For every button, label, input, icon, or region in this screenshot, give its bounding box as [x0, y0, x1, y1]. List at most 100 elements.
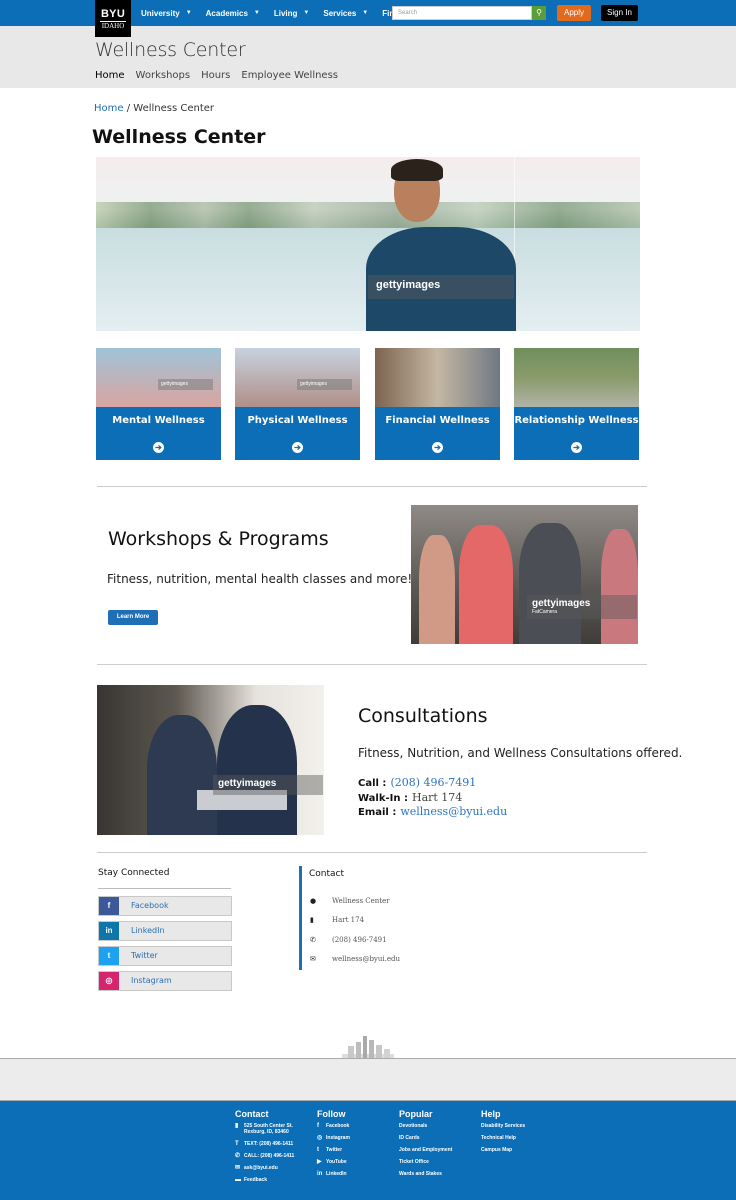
- section-divider: [97, 852, 647, 853]
- search-input[interactable]: Search: [392, 6, 532, 20]
- card-relationship-wellness[interactable]: Relationship Wellness ➔: [514, 348, 639, 460]
- link-label: YouTube: [326, 1159, 347, 1165]
- footer-instagram-link[interactable]: ◎ Instagram: [317, 1135, 350, 1141]
- hero-image: gettyimages: [96, 157, 640, 331]
- learn-more-button[interactable]: Learn More: [108, 610, 158, 625]
- nav-university[interactable]: University ▼: [141, 9, 192, 18]
- footer-linkedin-link[interactable]: in LinkedIn: [317, 1171, 350, 1177]
- apply-button[interactable]: Apply: [557, 5, 591, 21]
- dancer-4: [601, 529, 638, 644]
- footer-email[interactable]: ✉ ask@byui.edu: [235, 1165, 294, 1171]
- consultations-title: Consultations: [358, 705, 488, 727]
- breadcrumb-home-link[interactable]: Home: [94, 103, 124, 114]
- nav-academics[interactable]: Academics ▼: [206, 9, 260, 18]
- footer-follow-title: Follow: [317, 1109, 346, 1119]
- mail-icon: ✉: [310, 955, 316, 963]
- sign-in-button[interactable]: Sign In: [601, 5, 638, 21]
- section-divider: [97, 486, 647, 487]
- watermark-sub: FatCamera: [532, 609, 558, 615]
- nav-label: Services: [323, 8, 357, 18]
- subnav-employee-wellness[interactable]: Employee Wellness: [241, 70, 338, 81]
- footer-link[interactable]: Technical Help: [481, 1135, 525, 1141]
- subnav-hours[interactable]: Hours: [201, 70, 230, 81]
- footer-youtube-link[interactable]: ▶ YouTube: [317, 1159, 350, 1165]
- footer-help: Help Disability Services Technical Help …: [481, 1109, 525, 1159]
- phone-link[interactable]: (208) 496-7491: [390, 776, 476, 789]
- social-linkedin[interactable]: in LinkedIn: [98, 921, 232, 941]
- social-instagram[interactable]: ◎ Instagram: [98, 971, 232, 991]
- nav-label: University: [141, 8, 180, 18]
- card-label: Mental Wellness: [112, 415, 205, 426]
- footer-address: ▮ 525 South Center St. Rexburg, ID, 83460: [235, 1123, 294, 1135]
- card-image: [96, 348, 221, 407]
- card-image: [375, 348, 500, 407]
- footer-facebook-link[interactable]: f Facebook: [317, 1123, 350, 1129]
- card-financial-wellness[interactable]: Financial Wellness ➔: [375, 348, 500, 460]
- byu-idaho-logo[interactable]: BYU IDAHO: [95, 0, 131, 37]
- social-twitter[interactable]: t Twitter: [98, 946, 232, 966]
- nav-living[interactable]: Living ▼: [274, 9, 310, 18]
- site-title[interactable]: Wellness Center: [95, 39, 246, 61]
- footer-link[interactable]: Disability Services: [481, 1123, 525, 1129]
- person-icon: ●: [310, 897, 317, 905]
- campus-skyline-icon: [342, 1036, 394, 1060]
- stay-connected-title: Stay Connected: [98, 868, 170, 878]
- facebook-icon: f: [317, 1123, 319, 1129]
- email-link[interactable]: wellness@byui.edu: [400, 805, 507, 818]
- card-label: Physical Wellness: [247, 415, 348, 426]
- dancer-1: [419, 535, 455, 644]
- section-divider: [97, 664, 647, 665]
- footer-link[interactable]: Jobs and Employment: [399, 1147, 452, 1153]
- contact-title: Contact: [309, 869, 345, 879]
- footer-link[interactable]: Campus Map: [481, 1147, 525, 1153]
- contact-row-name: ● Wellness Center: [310, 897, 390, 905]
- footer-link[interactable]: ID Cards: [399, 1135, 452, 1141]
- main-nav: University ▼ Academics ▼ Living ▼ Services ▼…: [141, 0, 425, 26]
- instagram-icon: ◎: [99, 972, 119, 990]
- caret-down-icon: ▼: [303, 10, 310, 16]
- linkedin-icon: in: [317, 1171, 323, 1177]
- link-label: LinkedIn: [326, 1171, 347, 1177]
- subnav-workshops[interactable]: Workshops: [136, 70, 191, 81]
- arrow-right-icon[interactable]: ➔: [571, 442, 582, 453]
- social-facebook[interactable]: f Facebook: [98, 896, 232, 916]
- arrow-right-icon[interactable]: ➔: [432, 442, 443, 453]
- card-mental-wellness[interactable]: gettyimages Mental Wellness ➔: [96, 348, 221, 460]
- link-label: Instagram: [326, 1135, 350, 1141]
- card-physical-wellness[interactable]: gettyimages Physical Wellness ➔: [235, 348, 360, 460]
- contact-text[interactable]: wellness@byui.edu: [332, 955, 400, 963]
- dancer-2: [459, 525, 513, 644]
- workshops-text: Fitness, nutrition, mental health classe…: [107, 572, 413, 586]
- arrow-right-icon[interactable]: ➔: [292, 442, 303, 453]
- footer-link[interactable]: Devotionals: [399, 1123, 452, 1129]
- footer-feedback[interactable]: ▬ Feedback: [235, 1177, 294, 1183]
- arrow-right-icon[interactable]: ➔: [153, 442, 164, 453]
- contact-text[interactable]: (208) 496-7491: [332, 936, 387, 944]
- search-button[interactable]: ⚲: [532, 6, 546, 20]
- caret-down-icon: ▼: [362, 10, 369, 16]
- footer-link[interactable]: Ticket Office: [399, 1159, 452, 1165]
- footer-twitter-link[interactable]: t Twitter: [317, 1147, 350, 1153]
- twitter-icon: t: [317, 1147, 319, 1153]
- footer-contact: Contact ▮ 525 South Center St. Rexburg, ID…: [235, 1109, 294, 1189]
- hero-hair: [391, 159, 443, 181]
- contact-accent-bar: [299, 866, 302, 970]
- footer-popular: Popular Devotionals ID Cards Jobs and Em…: [399, 1109, 452, 1183]
- card-watermark: gettyimages: [297, 379, 352, 390]
- facebook-icon: f: [99, 897, 119, 915]
- footer-text[interactable]: T TEXT: (208) 496-1411: [235, 1141, 294, 1147]
- social-label: Instagram: [131, 976, 172, 985]
- footer-gray-band: [0, 1058, 736, 1101]
- subnav-home[interactable]: Home: [95, 70, 125, 81]
- email-text: ask@byui.edu: [244, 1165, 278, 1171]
- link-label: Twitter: [326, 1147, 343, 1153]
- hero-watermark: gettyimages: [368, 275, 514, 299]
- footer-link[interactable]: Wards and Stakes: [399, 1171, 452, 1177]
- footer-call[interactable]: ✆ CALL: (208) 496-1411: [235, 1153, 294, 1159]
- contact-text: Wellness Center: [332, 897, 390, 905]
- caret-down-icon: ▼: [253, 10, 260, 16]
- nav-services[interactable]: Services ▼: [323, 9, 368, 18]
- nav-label: Academics: [205, 8, 248, 18]
- site-footer: Contact ▮ 525 South Center St. Rexburg, ID…: [0, 1101, 736, 1200]
- caret-down-icon: ▼: [185, 10, 192, 16]
